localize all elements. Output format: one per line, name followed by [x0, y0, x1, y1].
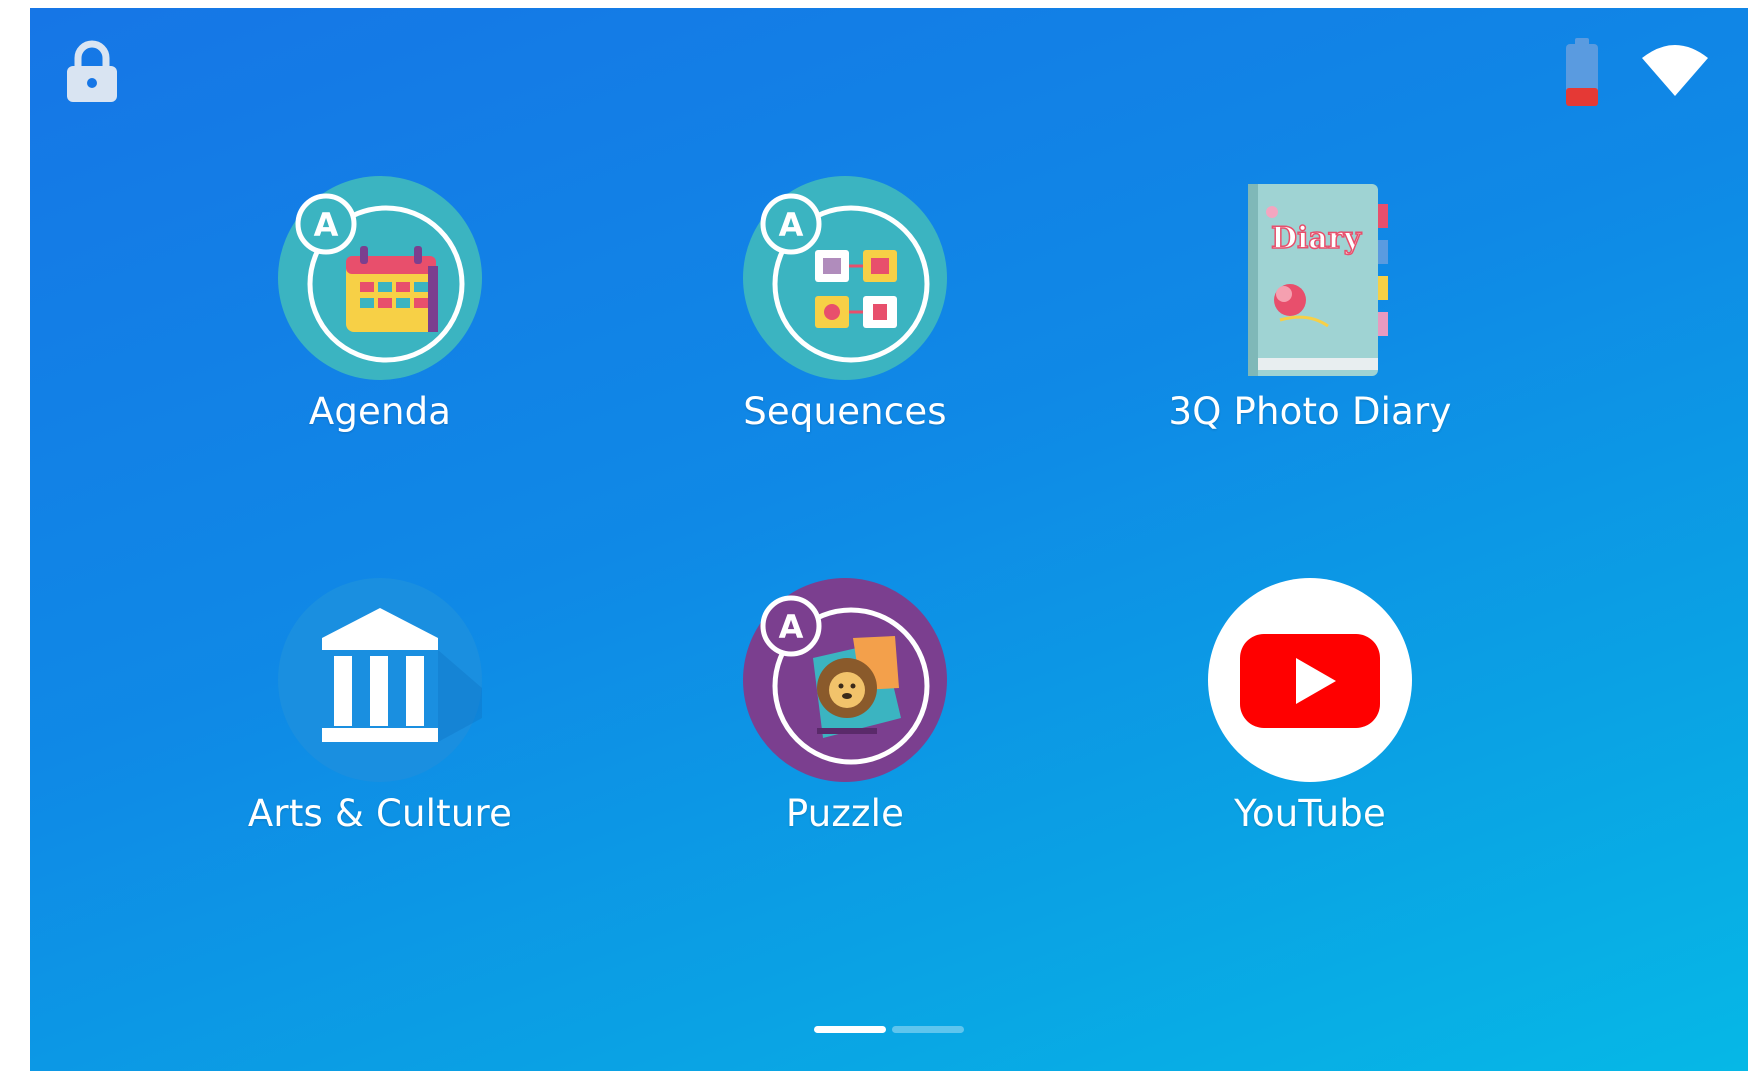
app-arts-culture[interactable]: Arts & Culture	[210, 578, 550, 908]
lion-puzzle-icon[interactable]: A	[743, 578, 947, 782]
app-youtube[interactable]: YouTube	[1140, 578, 1480, 908]
home-screen: A Agenda A Sequences Diary 3Q Photo Diar…	[30, 8, 1748, 1071]
app-label: Puzzle	[785, 792, 905, 835]
svg-text:A: A	[779, 608, 804, 646]
battery-low-icon	[1560, 38, 1604, 108]
app-label: Arts & Culture	[247, 792, 513, 835]
sequences-icon[interactable]: A	[743, 176, 947, 380]
page-indicator	[30, 1026, 1748, 1036]
svg-text:A: A	[314, 206, 339, 244]
app-label: YouTube	[1234, 792, 1386, 835]
youtube-icon[interactable]	[1208, 578, 1412, 782]
page-dot-current[interactable]	[814, 1026, 886, 1033]
svg-text:A: A	[779, 206, 804, 244]
page-dot[interactable]	[892, 1026, 964, 1033]
wifi-icon[interactable]	[1640, 42, 1710, 98]
app-label: Sequences	[743, 390, 947, 433]
diary-book-icon[interactable]: Diary	[1208, 176, 1412, 380]
app-puzzle[interactable]: A Puzzle	[675, 578, 1015, 908]
museum-icon[interactable]	[278, 578, 482, 782]
app-agenda[interactable]: A Agenda	[210, 176, 550, 506]
app-label: Agenda	[308, 390, 452, 433]
diary-cover-text: Diary	[1271, 221, 1363, 256]
app-label: 3Q Photo Diary	[1168, 390, 1452, 433]
app-3q-photo-diary[interactable]: Diary 3Q Photo Diary	[1140, 176, 1480, 506]
lock-icon[interactable]	[64, 40, 120, 104]
agenda-calendar-icon[interactable]: A	[278, 176, 482, 380]
app-sequences[interactable]: A Sequences	[675, 176, 1015, 506]
